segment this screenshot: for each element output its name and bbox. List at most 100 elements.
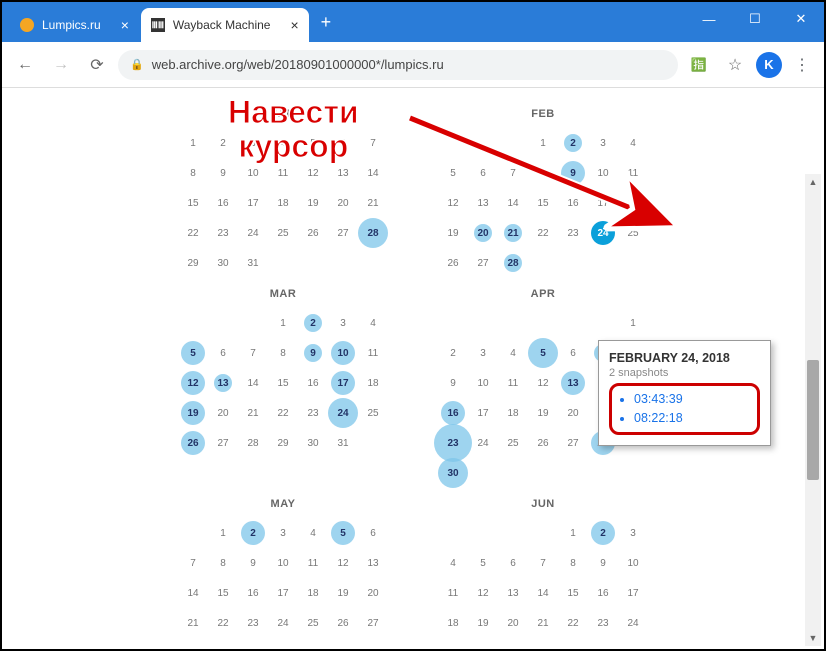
day-number: 20: [367, 588, 378, 599]
day-number: 31: [277, 648, 288, 650]
calendar-day: 18: [358, 368, 388, 398]
day-number: 9: [310, 348, 316, 359]
maximize-button[interactable]: ☐: [732, 2, 778, 36]
calendar-day[interactable]: 26: [178, 428, 208, 458]
calendar-day: 12: [528, 368, 558, 398]
calendar-day[interactable]: 5: [178, 338, 208, 368]
profile-avatar[interactable]: K: [756, 52, 782, 78]
calendar-day: 20: [208, 398, 238, 428]
scroll-down-icon[interactable]: ▼: [805, 630, 821, 646]
calendar-day[interactable]: 21: [498, 218, 528, 248]
day-number: 1: [540, 138, 546, 149]
day-number: 11: [368, 348, 378, 359]
day-number: 9: [220, 168, 226, 179]
calendar-day[interactable]: 9: [298, 338, 328, 368]
snapshot-time-link[interactable]: 08:22:18: [634, 409, 751, 428]
day-number: 1: [190, 138, 196, 149]
close-window-button[interactable]: ✕: [778, 2, 824, 36]
calendar-day: 4: [298, 518, 328, 548]
calendar-day: 1: [208, 518, 238, 548]
vertical-scrollbar[interactable]: ▲ ▼: [805, 174, 821, 646]
scroll-thumb[interactable]: [807, 360, 819, 480]
calendar-day[interactable]: 2: [238, 518, 268, 548]
calendar-day[interactable]: 20: [468, 218, 498, 248]
minimize-button[interactable]: —: [686, 2, 732, 36]
day-number: 12: [447, 198, 458, 209]
day-number: 20: [477, 228, 488, 239]
calendar-day[interactable]: 5: [528, 338, 558, 368]
day-number: 13: [507, 588, 518, 599]
reload-button[interactable]: ⟳: [82, 50, 112, 80]
calendar-day[interactable]: 24: [588, 218, 618, 248]
calendar-day[interactable]: 19: [178, 398, 208, 428]
tab-wayback[interactable]: ⅢⅢ Wayback Machine ×: [141, 8, 309, 42]
back-button[interactable]: ←: [10, 50, 40, 80]
calendar-day[interactable]: 2: [558, 128, 588, 158]
calendar-day: 26: [328, 608, 358, 638]
day-number: 9: [600, 558, 606, 569]
calendar-day[interactable]: 30: [438, 458, 468, 488]
calendar-day[interactable]: 13: [558, 368, 588, 398]
day-number: 4: [310, 528, 316, 539]
day-number: 18: [507, 408, 518, 419]
day-number: 26: [477, 648, 488, 650]
calendar-day: 15: [268, 368, 298, 398]
calendar-day[interactable]: 23: [438, 428, 468, 458]
menu-icon[interactable]: ⋮: [788, 55, 816, 75]
translate-icon[interactable]: 🈯: [684, 50, 714, 80]
calendar-day[interactable]: 12: [178, 368, 208, 398]
calendar-day[interactable]: 2: [298, 308, 328, 338]
url-input[interactable]: 🔒 web.archive.org/web/20180901000000*/lu…: [118, 50, 678, 80]
calendar-day: 21: [528, 608, 558, 638]
day-number: 22: [217, 618, 228, 629]
calendar-day[interactable]: 13: [208, 368, 238, 398]
new-tab-button[interactable]: +: [311, 12, 342, 33]
scroll-up-icon[interactable]: ▲: [805, 174, 821, 190]
calendar-day[interactable]: 28: [498, 248, 528, 278]
calendar-day: 2: [208, 128, 238, 158]
calendar-day[interactable]: 10: [328, 338, 358, 368]
day-number: 27: [507, 648, 518, 650]
day-number: 17: [597, 198, 608, 209]
day-number: 18: [307, 588, 318, 599]
calendar-day: 14: [178, 578, 208, 608]
day-number: 12: [187, 378, 198, 389]
tab-lumpics[interactable]: Lumpics.ru ×: [10, 8, 139, 42]
calendar-day: 20: [558, 398, 588, 428]
page-content: JAN1234567891011121314151617181920212223…: [2, 88, 824, 649]
day-number: 31: [337, 438, 348, 449]
calendar-day: 26: [528, 428, 558, 458]
calendar-day: 1: [528, 128, 558, 158]
day-number: 7: [250, 348, 256, 359]
calendar-day: 9: [238, 548, 268, 578]
calendar-day[interactable]: 28: [358, 218, 388, 248]
calendar-day[interactable]: 2: [588, 518, 618, 548]
lock-icon: 🔒: [130, 58, 144, 71]
calendar-day: 4: [618, 128, 648, 158]
calendar-day: 24: [468, 428, 498, 458]
day-number: 14: [247, 378, 258, 389]
day-number: 15: [567, 588, 578, 599]
day-number: 14: [187, 588, 198, 599]
day-number: 10: [477, 378, 488, 389]
calendar-day: 30: [588, 638, 618, 649]
bookmark-star-icon[interactable]: ☆: [720, 50, 750, 80]
snapshot-time-link[interactable]: 03:43:39: [634, 390, 751, 409]
day-number: 30: [247, 648, 258, 650]
calendar-day[interactable]: 5: [328, 518, 358, 548]
day-number: 7: [510, 168, 516, 179]
month-label: FEB: [438, 108, 648, 120]
calendar-day[interactable]: 9: [558, 158, 588, 188]
tab-close-icon[interactable]: ×: [121, 17, 129, 33]
day-number: 13: [567, 378, 578, 389]
calendar-day[interactable]: 24: [328, 398, 358, 428]
calendar-day: 22: [268, 398, 298, 428]
day-number: 2: [570, 138, 576, 149]
calendar-day: 12: [468, 578, 498, 608]
forward-button[interactable]: →: [46, 50, 76, 80]
calendar-day: 30: [238, 638, 268, 649]
tab-close-icon[interactable]: ×: [290, 17, 298, 33]
day-number: 16: [447, 408, 458, 419]
address-bar: ← → ⟳ 🔒 web.archive.org/web/201809010000…: [2, 42, 824, 88]
calendar-day[interactable]: 17: [328, 368, 358, 398]
